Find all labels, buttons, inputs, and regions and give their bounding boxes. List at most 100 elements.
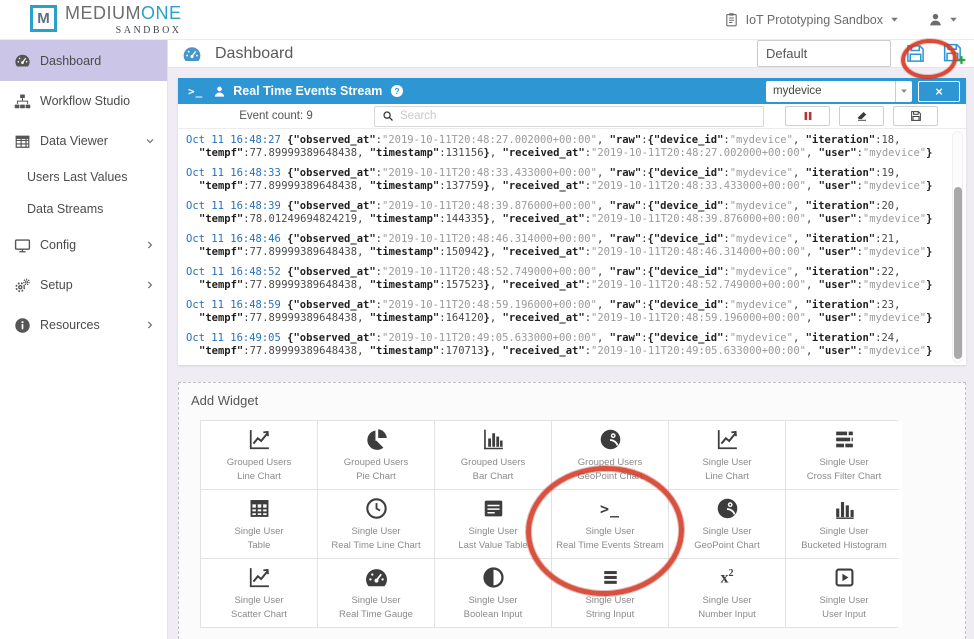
- widget-option-line2: Scatter Chart: [231, 608, 287, 622]
- dashboard-icon: [182, 44, 202, 64]
- sidebar-item-setup[interactable]: Setup: [0, 265, 167, 305]
- widget-option-line1: Single User: [234, 525, 283, 539]
- widget-option-single-user-number-input[interactable]: x2Single UserNumber Input: [669, 559, 785, 627]
- number-icon: x2: [721, 564, 734, 591]
- brand-logo[interactable]: M MEDIUMONE SANDBOX: [30, 3, 182, 36]
- sidebar-item-config[interactable]: Config: [0, 225, 167, 265]
- gears-icon: [14, 277, 31, 294]
- widget-option-line2: GeoPoint Chart: [577, 470, 642, 484]
- widget-option-line1: Single User: [585, 594, 634, 608]
- top-bar: M MEDIUMONE SANDBOX IoT Prototyping Sand…: [0, 0, 974, 40]
- widget-option-line1: Single User: [819, 594, 868, 608]
- widget-option-grouped-users-geopoint-chart[interactable]: Grouped UsersGeoPoint Chart: [552, 421, 668, 489]
- globe-icon: [598, 426, 623, 453]
- widget-option-single-user-real-time-gauge[interactable]: Single UserReal Time Gauge: [318, 559, 434, 627]
- widget-option-grouped-users-bar-chart[interactable]: Grouped UsersBar Chart: [435, 421, 551, 489]
- log-entry: Oct 11 16:48:33 {"observed_at":"2019-10-…: [186, 167, 940, 193]
- sidebar-item-data-viewer[interactable]: Data Viewer: [0, 121, 167, 161]
- widget-option-single-user-boolean-input[interactable]: Single UserBoolean Input: [435, 559, 551, 627]
- chevron-right-icon: [145, 240, 155, 250]
- widget-option-single-user-real-time-events-stream[interactable]: >_Single UserReal Time Events Stream: [552, 490, 668, 558]
- widget-option-grouped-users-pie-chart[interactable]: Grouped UsersPie Chart: [318, 421, 434, 489]
- sidebar-item-workflow-studio[interactable]: Workflow Studio: [0, 81, 167, 121]
- widget-option-line2: Real Time Gauge: [339, 608, 413, 622]
- cross-filter-icon: [832, 426, 857, 453]
- user-icon: [928, 12, 943, 27]
- event-log: Oct 11 16:48:27 {"observed_at":"2019-10-…: [178, 129, 966, 365]
- caret-down-icon[interactable]: [890, 15, 899, 24]
- brand-name-secondary: ONE: [141, 3, 182, 23]
- bar-chart-icon: [481, 426, 506, 453]
- table-grid-icon: [247, 495, 272, 522]
- log-entry: Oct 11 16:49:05 {"observed_at":"2019-10-…: [186, 332, 940, 358]
- brand-name-primary: MEDIUM: [65, 3, 141, 23]
- search-box: [374, 106, 764, 127]
- widget-option-line1: Single User: [819, 525, 868, 539]
- close-widget-button[interactable]: ×: [918, 81, 960, 102]
- clipboard-icon: [724, 12, 739, 27]
- sidebar-item-label: Data Viewer: [40, 134, 145, 148]
- widget-option-single-user-bucketed-histogram[interactable]: Single UserBucketed Histogram: [786, 490, 902, 558]
- dashboard-name-input[interactable]: [757, 40, 891, 67]
- main-panel: Dashboard >_ Real Time Events Stream ? m…: [168, 40, 974, 639]
- widget-option-line1: Single User: [702, 456, 751, 470]
- widget-option-single-user-string-input[interactable]: Single UserString Input: [552, 559, 668, 627]
- globe-icon: [715, 495, 740, 522]
- widget-option-single-user-table[interactable]: Single UserTable: [201, 490, 317, 558]
- combo-caret[interactable]: [895, 81, 912, 102]
- brand-subtitle: SANDBOX: [65, 25, 182, 36]
- sidebar-item-users-last-values[interactable]: Users Last Values: [0, 161, 167, 193]
- event-count: Event count: 9: [178, 110, 374, 122]
- pause-stream-button[interactable]: [785, 106, 830, 126]
- help-icon[interactable]: ?: [390, 84, 404, 98]
- widget-option-single-user-real-time-line-chart[interactable]: Single UserReal Time Line Chart: [318, 490, 434, 558]
- terminal-icon: >_: [188, 82, 203, 100]
- widget-option-single-user-geopoint-chart[interactable]: Single UserGeoPoint Chart: [669, 490, 785, 558]
- boolean-icon: [481, 564, 506, 591]
- sidebar-item-dashboard[interactable]: Dashboard: [0, 40, 167, 81]
- widget-option-line1: Single User: [234, 594, 283, 608]
- search-input[interactable]: [400, 110, 756, 122]
- line-chart-icon: [715, 426, 740, 453]
- widget-option-line2: Table: [248, 539, 271, 553]
- chevron-right-icon: [145, 320, 155, 330]
- sidebar-item-label: Config: [40, 238, 145, 252]
- widget-option-grouped-users-line-chart[interactable]: Grouped UsersLine Chart: [201, 421, 317, 489]
- widget-option-line2: Line Chart: [237, 470, 281, 484]
- save-dashboard-icon[interactable]: [905, 43, 926, 64]
- sidebar-item-resources[interactable]: Resources: [0, 305, 167, 345]
- user-menu[interactable]: [928, 12, 958, 27]
- widget-title: Real Time Events Stream: [233, 84, 382, 98]
- widget-option-line1: Single User: [819, 456, 868, 470]
- svg-text:?: ?: [395, 86, 400, 96]
- widget-option-single-user-scatter-chart[interactable]: Single UserScatter Chart: [201, 559, 317, 627]
- save-icon: [910, 110, 922, 122]
- pie-chart-icon: [364, 426, 389, 453]
- log-scrollbar-thumb[interactable]: [954, 187, 962, 359]
- content-area: >_ Real Time Events Stream ? mydevice × …: [168, 68, 974, 639]
- save-stream-button[interactable]: [893, 106, 938, 126]
- sidebar-item-data-streams[interactable]: Data Streams: [0, 193, 167, 225]
- widget-option-single-user-line-chart[interactable]: Single UserLine Chart: [669, 421, 785, 489]
- sidebar-item-label: Resources: [40, 318, 145, 332]
- string-icon: [598, 564, 623, 591]
- widget-option-single-user-user-input[interactable]: Single UserUser Input: [786, 559, 902, 627]
- widget-option-line1: Single User: [702, 594, 751, 608]
- clock-icon: [364, 495, 389, 522]
- gauge-icon: [14, 52, 31, 69]
- widget-option-single-user-last-value-table[interactable]: Single UserLast Value Table: [435, 490, 551, 558]
- widget-option-line2: Boolean Input: [464, 608, 523, 622]
- sandbox-selector-label[interactable]: IoT Prototyping Sandbox: [746, 13, 883, 27]
- save-as-new-dashboard-icon[interactable]: [942, 42, 966, 66]
- log-entry: Oct 11 16:48:59 {"observed_at":"2019-10-…: [186, 299, 940, 325]
- widget-option-line2: Last Value Table: [458, 539, 527, 553]
- table-icon: [14, 133, 31, 150]
- clear-stream-button[interactable]: [839, 106, 884, 126]
- widget-option-single-user-cross-filter-chart[interactable]: Single UserCross Filter Chart: [786, 421, 902, 489]
- page-header: Dashboard: [168, 40, 974, 68]
- widget-option-line1: Single User: [351, 594, 400, 608]
- log-entry: Oct 11 16:48:46 {"observed_at":"2019-10-…: [186, 233, 940, 259]
- device-select[interactable]: mydevice: [766, 81, 912, 102]
- single-user-icon: [213, 85, 226, 98]
- add-widget-title: Add Widget: [191, 393, 953, 408]
